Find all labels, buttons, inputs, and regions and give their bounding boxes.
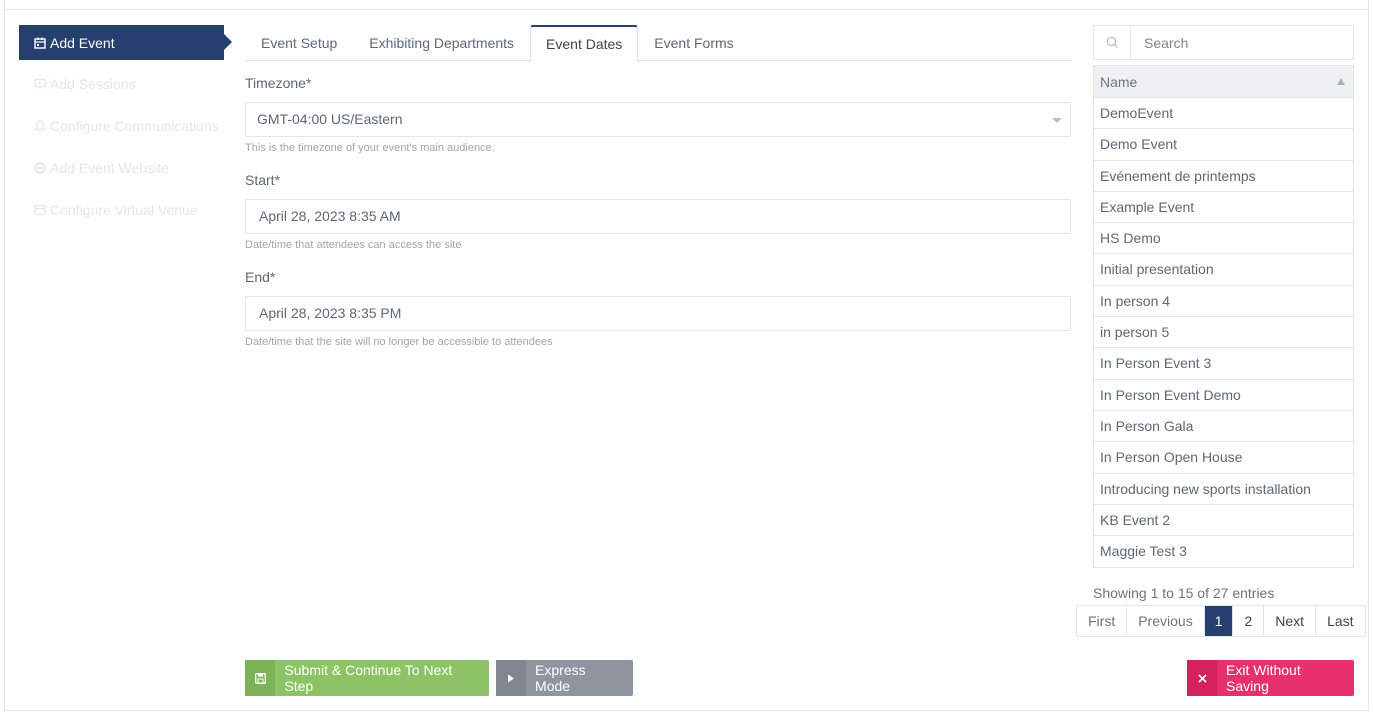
search-icon: [1106, 36, 1118, 48]
table-row[interactable]: Introducing new sports installation: [1094, 474, 1353, 505]
table-row[interactable]: In Person Event 3: [1094, 348, 1353, 380]
exit-without-saving-button[interactable]: Exit Without Saving: [1187, 660, 1354, 696]
pagination-previous[interactable]: Previous: [1127, 606, 1205, 636]
timezone-group: Timezone* GMT-04:00 US/Eastern This is t…: [245, 72, 1071, 156]
sidebar-item-add-event[interactable]: Add Event: [19, 25, 232, 60]
calendar-icon: [34, 37, 46, 49]
globe-icon: [34, 162, 46, 174]
table-row[interactable]: DemoEvent: [1094, 98, 1353, 130]
table-row[interactable]: In Person Open House: [1094, 442, 1353, 474]
end-group: End* April 28, 2023 8:35 PM Date/time th…: [245, 266, 1071, 350]
table-row[interactable]: Example Event: [1094, 192, 1353, 224]
sidebar-item-add-sessions[interactable]: Add Sessions: [19, 74, 234, 94]
table-row[interactable]: HS Demo: [1094, 223, 1353, 255]
table-row[interactable]: Maggie Test 3: [1094, 536, 1353, 567]
submit-continue-button[interactable]: Submit & Continue To Next Step: [245, 660, 489, 696]
search-input[interactable]: [1131, 26, 1353, 59]
express-mode-button[interactable]: Express Mode: [496, 660, 633, 696]
start-help: Date/time that attendees can access the …: [245, 239, 462, 251]
name-column-header[interactable]: Name: [1094, 66, 1353, 98]
table-row[interactable]: In person 4: [1094, 286, 1353, 318]
pagination-last[interactable]: Last: [1316, 606, 1364, 636]
window-icon: [34, 204, 46, 216]
timezone-select[interactable]: GMT-04:00 US/Eastern: [245, 102, 1071, 137]
sidebar-item-configure-virtual-venue[interactable]: Configure Virtual Venue: [19, 200, 234, 220]
tab-exhibiting-departments[interactable]: Exhibiting Departments: [353, 25, 530, 61]
pagination-page-2[interactable]: 2: [1233, 606, 1265, 636]
close-icon: [1187, 660, 1218, 696]
timezone-label: Timezone*: [245, 75, 312, 91]
sidebar-item-label: Add Sessions: [50, 76, 136, 92]
table-row[interactable]: Initial presentation: [1094, 254, 1353, 286]
sidebar-item-configure-communications[interactable]: Configure Communications: [19, 116, 234, 136]
wizard-sidebar: Add Event Add Sessions Configure Communi…: [19, 25, 234, 242]
submit-button-label: Submit & Continue To Next Step: [284, 662, 453, 694]
sidebar-item-label: Configure Communications: [50, 118, 219, 134]
search-button[interactable]: [1094, 26, 1131, 59]
pagination-page-1[interactable]: 1: [1204, 606, 1234, 636]
timezone-help: This is the timezone of your event's mai…: [245, 142, 495, 154]
start-group: Start* April 28, 2023 8:35 AM Date/time …: [245, 169, 1071, 253]
timezone-value: GMT-04:00 US/Eastern: [257, 111, 403, 127]
play-icon: [496, 660, 527, 696]
end-help: Date/time that the site will no longer b…: [245, 336, 553, 348]
bell-icon: [34, 120, 46, 132]
sidebar-item-label: Configure Virtual Venue: [50, 202, 198, 218]
start-datetime-field[interactable]: April 28, 2023 8:35 AM: [245, 199, 1071, 234]
end-label: End*: [245, 269, 276, 285]
event-dates-form: Timezone* GMT-04:00 US/Eastern This is t…: [245, 72, 1071, 363]
sidebar-item-add-event-website[interactable]: Add Event Website: [19, 158, 234, 178]
tab-event-setup[interactable]: Event Setup: [245, 25, 353, 61]
pagination: First Previous 1 2 Next Last: [1076, 605, 1366, 637]
event-search: [1093, 25, 1354, 60]
tab-event-forms[interactable]: Event Forms: [638, 25, 749, 61]
sidebar-item-label: Add Event: [50, 34, 115, 51]
events-table: Name DemoEvent Demo Event Evénement de p…: [1093, 65, 1354, 569]
tab-event-dates[interactable]: Event Dates: [530, 25, 639, 62]
save-icon: [245, 660, 276, 696]
table-info: Showing 1 to 15 of 27 entries: [1093, 585, 1275, 601]
tab-bar: Event Setup Exhibiting Departments Event…: [245, 25, 1071, 62]
sort-ascending-icon: [1337, 78, 1345, 85]
table-row[interactable]: In Person Gala: [1094, 411, 1353, 443]
table-row[interactable]: in person 5: [1094, 317, 1353, 349]
table-row[interactable]: Demo Event: [1094, 129, 1353, 161]
sidebar-item-label: Add Event Website: [50, 160, 169, 176]
start-label: Start*: [245, 172, 281, 188]
presentation-icon: [34, 78, 46, 89]
end-datetime-field[interactable]: April 28, 2023 8:35 PM: [245, 296, 1071, 331]
chevron-down-icon: [1052, 118, 1062, 123]
table-row[interactable]: KB Event 2: [1094, 505, 1353, 537]
pagination-next[interactable]: Next: [1264, 606, 1317, 636]
column-header-label: Name: [1100, 73, 1138, 90]
table-row[interactable]: In Person Event Demo: [1094, 380, 1353, 411]
pagination-first[interactable]: First: [1077, 606, 1128, 636]
table-row[interactable]: Evénement de printemps: [1094, 161, 1353, 192]
exit-button-label: Exit Without Saving: [1226, 662, 1301, 694]
express-button-label: Express Mode: [535, 662, 586, 694]
